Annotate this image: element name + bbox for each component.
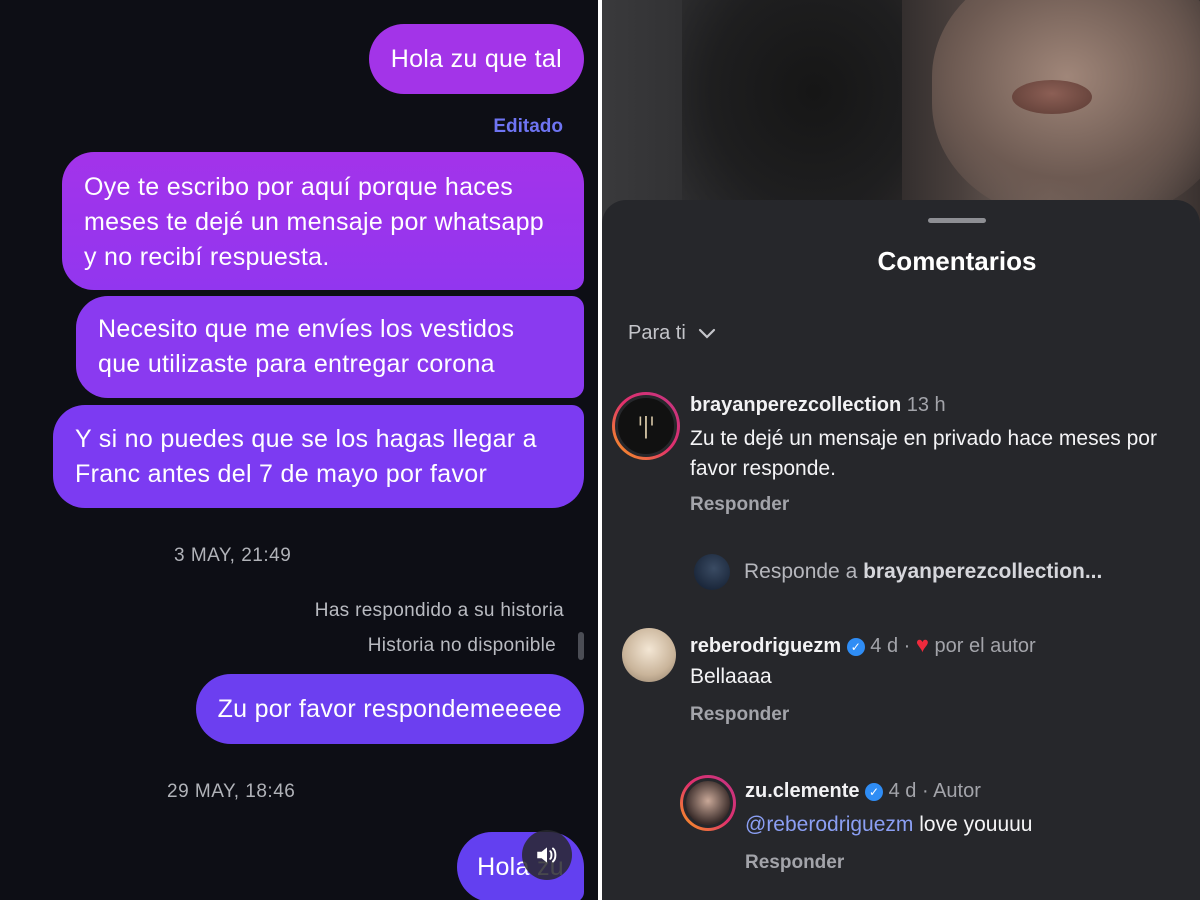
drag-handle[interactable] bbox=[928, 218, 986, 223]
comment-time: 4 d · bbox=[870, 635, 911, 657]
sort-label: Para ti bbox=[628, 322, 686, 344]
sent-message[interactable]: Oye te escribo por aquí porque haces mes… bbox=[62, 152, 584, 290]
sheet-title: Comentarios bbox=[877, 246, 1037, 276]
edited-label: Editado bbox=[493, 116, 563, 137]
reply-button[interactable]: Responder bbox=[690, 704, 789, 726]
avatar bbox=[694, 554, 730, 590]
heart-icon: ♥ bbox=[915, 632, 929, 657]
verified-icon: ✓ bbox=[846, 638, 865, 656]
comment-username[interactable]: brayanperezcollection 13 h bbox=[690, 394, 946, 417]
comment-text: Zu te dejé un mensaje en privado hace me… bbox=[690, 427, 1157, 480]
sent-message[interactable]: Y si no puedes que se los hagas llegar a… bbox=[53, 405, 584, 508]
reply-button[interactable]: Responder bbox=[745, 852, 844, 874]
verified-icon: ✓ bbox=[865, 783, 884, 801]
story-reply-note: Has respondido a su historia bbox=[314, 600, 564, 621]
comment-time: 13 h bbox=[906, 394, 946, 416]
timestamp: 29 MAY, 18:46 bbox=[167, 781, 296, 802]
comment-text: Bellaaaa bbox=[690, 665, 772, 688]
liked-by-author-label: por el autor bbox=[934, 635, 1036, 657]
mention-link[interactable]: @reberodriguezm bbox=[745, 813, 913, 836]
sent-message[interactable]: Necesito que me envíes los vestidos que … bbox=[76, 296, 584, 398]
message-text: Necesito que me envíes los vestidos que … bbox=[98, 315, 515, 378]
message-text: Y si no puedes que se los hagas llegar a… bbox=[75, 425, 537, 488]
post-photo bbox=[602, 0, 1200, 230]
comment-username[interactable]: reberodriguezm ✓ 4 d · ♥ por el autor bbox=[690, 632, 1036, 658]
message-text: Hola zu que tal bbox=[390, 44, 562, 73]
chevron-down-icon bbox=[698, 328, 715, 339]
comment-time: 4 d · Autor bbox=[888, 780, 981, 802]
sent-message[interactable]: Hola zu que tal bbox=[368, 24, 584, 94]
story-unavailable-label: Historia no disponible bbox=[367, 635, 556, 656]
story-reply-bar bbox=[578, 632, 584, 660]
message-text: Zu por favor respondemeeeee bbox=[217, 694, 562, 723]
comment-username[interactable]: zu.clemente ✓ 4 d · Autor bbox=[745, 780, 981, 803]
avatar[interactable]: ᑊ|ᑊ bbox=[612, 392, 680, 460]
reply-button[interactable]: Responder bbox=[690, 494, 789, 516]
timestamp: 3 MAY, 21:49 bbox=[174, 545, 292, 566]
reply-input[interactable]: Responde a brayanperezcollection... bbox=[694, 554, 1102, 590]
avatar[interactable] bbox=[622, 628, 676, 682]
sort-dropdown[interactable]: Para ti bbox=[628, 322, 716, 345]
chat-panel: Hola zu que tal Editado Oye te escribo p… bbox=[0, 0, 598, 900]
sent-message[interactable]: Zu por favor respondemeeeee bbox=[195, 674, 584, 744]
speaker-icon[interactable] bbox=[522, 830, 572, 880]
avatar[interactable] bbox=[680, 775, 736, 831]
message-text: Oye te escribo por aquí porque haces mes… bbox=[84, 173, 544, 271]
comment-text: @reberodriguezm love youuuu bbox=[745, 813, 1033, 836]
comments-panel: Comentarios Para ti ᑊ|ᑊ brayanperezcolle… bbox=[602, 0, 1200, 900]
